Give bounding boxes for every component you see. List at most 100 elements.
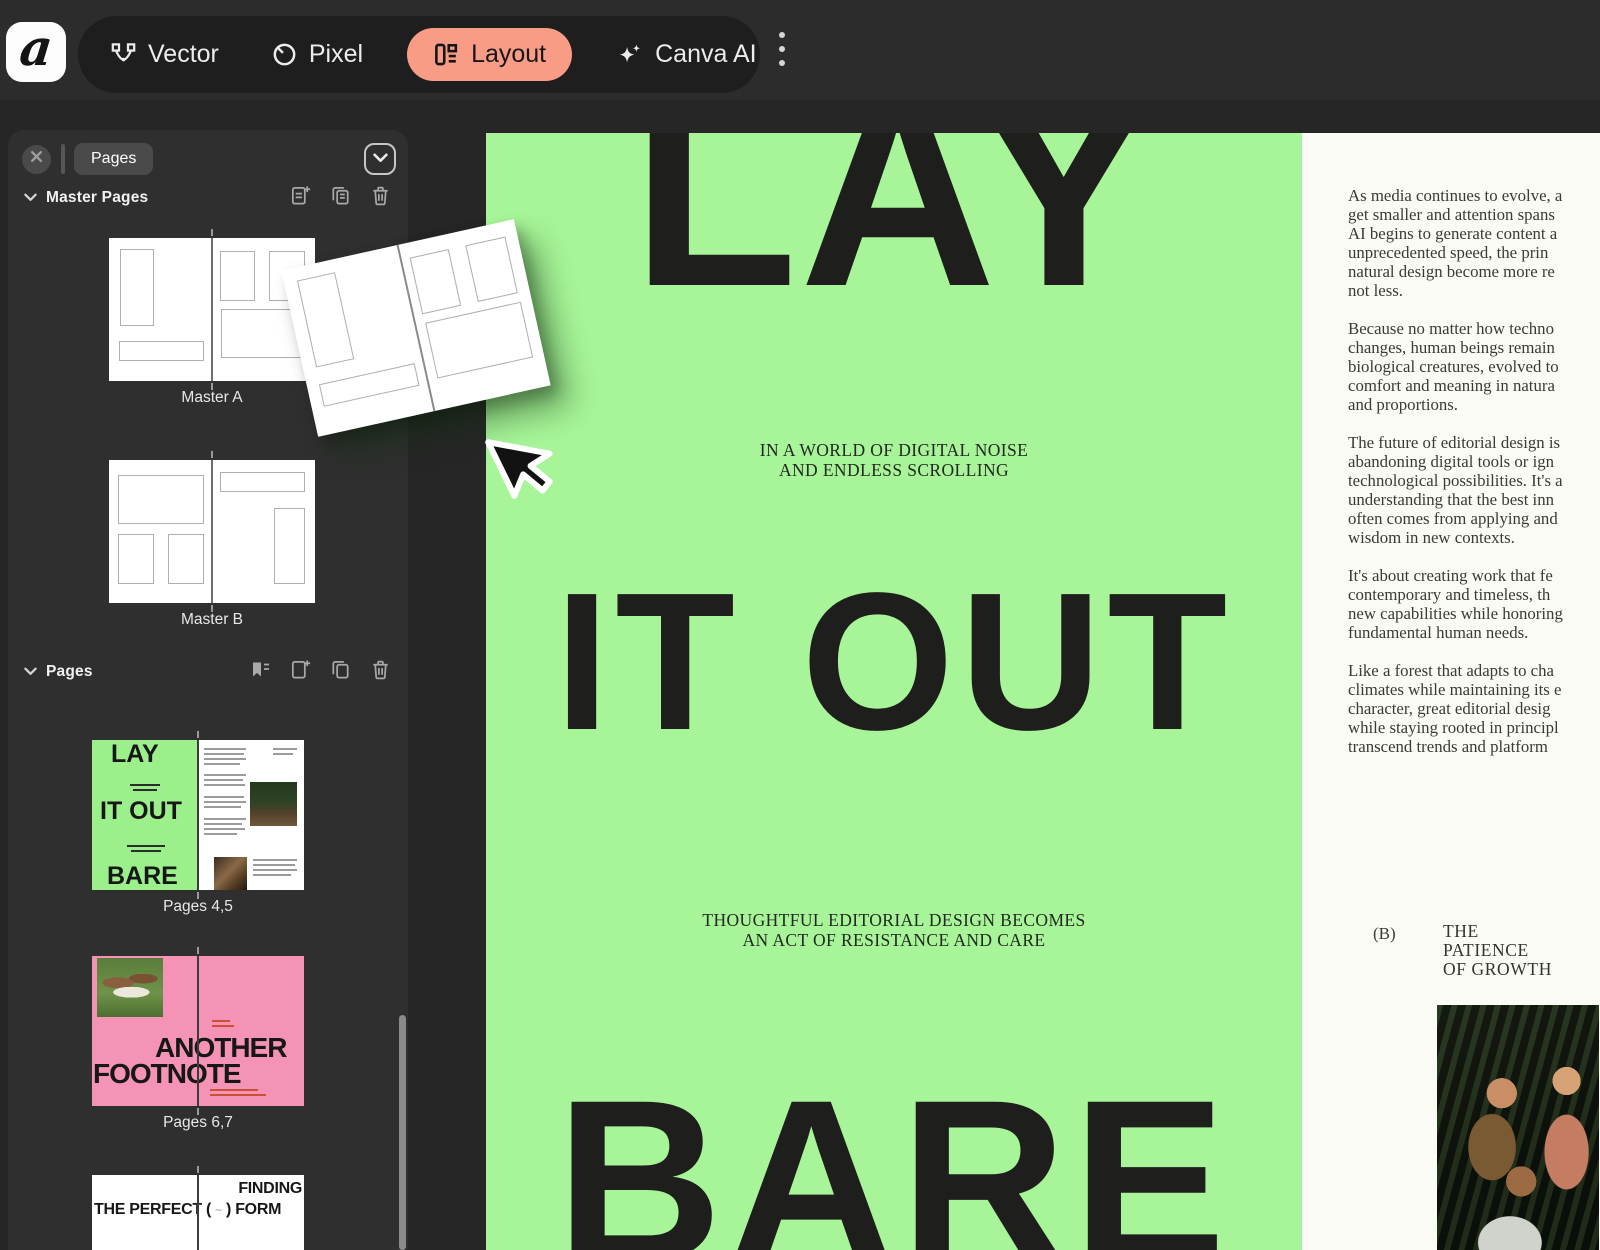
thumb-tilde: ~	[215, 1203, 222, 1217]
caption-resistance[interactable]: THOUGHTFUL EDITORIAL DESIGN BECOMES AN A…	[486, 911, 1302, 950]
pages-67-item[interactable]: ANOTHER FOOTNOTE Pages 6,7	[8, 956, 398, 1132]
paragraph-line: while staying rooted in principl	[1348, 718, 1563, 737]
document-page-left[interactable]: LAY IN A WORLD OF DIGITAL NOISE AND ENDL…	[486, 133, 1302, 1250]
caption-line: IN A WORLD OF DIGITAL NOISE	[486, 441, 1302, 461]
paragraph-line: unprecedented speed, the prin	[1348, 243, 1563, 262]
master-a-thumbnail[interactable]	[109, 238, 315, 381]
paragraph-line: technological possibilities. It's a	[1348, 471, 1563, 490]
tab-vector[interactable]: Vector	[102, 28, 227, 81]
master-b-thumbnail[interactable]	[109, 460, 315, 603]
close-icon	[30, 150, 43, 168]
headline-it-out[interactable]: IT OUT	[555, 564, 1233, 760]
paragraph-line: contemporary and timeless, th	[1348, 585, 1563, 604]
photo-group-night[interactable]	[1437, 1005, 1599, 1250]
mode-tabs: Vector Pixel	[78, 16, 760, 93]
body-text-column[interactable]: As media continues to evolve, aget small…	[1348, 186, 1563, 756]
paragraph-line: natural design become more re	[1348, 262, 1563, 281]
thumb-word: THE PERFECT (	[94, 1201, 211, 1218]
paragraph-line: Like a forest that adapts to cha	[1348, 661, 1563, 680]
thumb-page	[212, 460, 315, 603]
panel-close-button[interactable]	[22, 145, 51, 174]
tab-canva-ai[interactable]: Canva AI	[608, 28, 764, 81]
spread-spine	[197, 1175, 199, 1250]
paragraph-line: The future of editorial design is	[1348, 433, 1563, 452]
layout-icon	[433, 41, 460, 68]
app-window: a Vector Pixel	[0, 0, 1600, 1250]
spread-spine	[211, 460, 213, 603]
paragraph: As media continues to evolve, aget small…	[1348, 186, 1563, 300]
paragraph: It's about creating work that fecontempo…	[1348, 566, 1563, 642]
caption-digital-noise[interactable]: IN A WORLD OF DIGITAL NOISE AND ENDLESS …	[486, 441, 1302, 480]
pages-45-item[interactable]: LAY IT OUT BARE	[8, 740, 398, 916]
thumbnail-label: Master B	[181, 611, 243, 629]
add-page-icon[interactable]	[289, 184, 312, 212]
app-logo[interactable]: a	[6, 22, 66, 82]
duplicate-icon[interactable]	[329, 184, 352, 212]
thumbnail-label: Pages 6,7	[163, 1114, 233, 1132]
topbar: a Vector Pixel	[0, 0, 1600, 100]
pages-67-thumbnail[interactable]: ANOTHER FOOTNOTE	[92, 956, 304, 1106]
tab-label: Vector	[148, 40, 219, 69]
spread-spine	[211, 238, 213, 381]
paragraph-line: Because no matter how techno	[1348, 319, 1563, 338]
pages-section-header: Pages	[24, 658, 392, 686]
headline-bare[interactable]: BARE	[556, 1066, 1232, 1250]
section-chevron-icon[interactable]	[24, 189, 37, 207]
paragraph-line: It's about creating work that fe	[1348, 566, 1563, 585]
panel-tab-pages[interactable]: Pages	[74, 143, 153, 175]
paragraph-line: comfort and meaning in natura	[1348, 376, 1563, 395]
caption-line: AN ACT OF RESISTANCE AND CARE	[486, 931, 1302, 951]
thumb-page	[109, 460, 212, 603]
section-heading[interactable]: THE PATIENCE OF GROWTH	[1443, 922, 1552, 979]
spread-spine	[197, 956, 199, 1106]
panel-header: Pages	[22, 142, 396, 176]
paragraph-line: new capabilities while honoring	[1348, 604, 1563, 623]
add-page-icon[interactable]	[289, 658, 312, 686]
paragraph-line: often comes from applying and	[1348, 509, 1563, 528]
spine-tick	[211, 383, 213, 390]
insert-pages-icon[interactable]	[248, 658, 272, 687]
spine-tick	[197, 731, 199, 738]
overflow-menu-button[interactable]	[763, 30, 801, 72]
thumb-word: ) FORM	[226, 1201, 281, 1218]
vector-icon	[110, 41, 137, 68]
panel-collapse-button[interactable]	[364, 143, 396, 175]
pages-45-thumbnail[interactable]: LAY IT OUT BARE	[92, 740, 304, 890]
heading-line: OF GROWTH	[1443, 960, 1552, 979]
heading-line: THE	[1443, 922, 1552, 941]
panel-scrollbar[interactable]	[399, 1015, 406, 1250]
tab-layout[interactable]: Layout	[407, 28, 572, 81]
paragraph-line: changes, human beings remain	[1348, 338, 1563, 357]
paragraph-line: fundamental human needs.	[1348, 623, 1563, 642]
paragraph-line: transcend trends and platform	[1348, 737, 1563, 756]
thumb-word: LAY	[111, 742, 159, 767]
paragraph-line: biological creatures, evolved to	[1348, 357, 1563, 376]
document-page-right[interactable]: As media continues to evolve, aget small…	[1302, 133, 1600, 1250]
canva-ai-icon	[616, 41, 644, 69]
tab-label: Pixel	[309, 40, 363, 69]
trash-icon[interactable]	[369, 658, 392, 686]
thumbnail-label: Master A	[181, 389, 242, 407]
pages-89-thumbnail[interactable]: FINDING THE PERFECT ( ~ ) FORM	[92, 1175, 304, 1250]
thumb-page	[109, 238, 212, 381]
caption-line: AND ENDLESS SCROLLING	[486, 461, 1302, 481]
tab-label: Canva AI	[655, 40, 756, 69]
trash-icon[interactable]	[369, 184, 392, 212]
thumb-photo-group	[214, 857, 247, 890]
section-chevron-icon[interactable]	[24, 663, 37, 681]
headline-lay[interactable]: LAY	[631, 133, 1156, 327]
thumb-page-green: LAY IT OUT BARE	[92, 740, 198, 890]
thumb-photo-tree	[250, 782, 297, 826]
paragraph-line: abandoning digital tools or ign	[1348, 452, 1563, 471]
duplicate-icon[interactable]	[329, 658, 352, 686]
section-title: Master Pages	[46, 189, 148, 207]
pages-89-item[interactable]: FINDING THE PERFECT ( ~ ) FORM	[8, 1175, 398, 1250]
pixel-icon	[271, 41, 298, 68]
thumb-word: IT OUT	[100, 799, 182, 824]
paragraph-line: get smaller and attention spans	[1348, 205, 1563, 224]
paragraph-line: AI begins to generate content a	[1348, 224, 1563, 243]
tab-pixel[interactable]: Pixel	[263, 28, 371, 81]
thumb-word: FINDING	[238, 1181, 302, 1197]
master-b-item[interactable]: Master B	[12, 460, 408, 629]
spread-spine	[197, 740, 199, 890]
